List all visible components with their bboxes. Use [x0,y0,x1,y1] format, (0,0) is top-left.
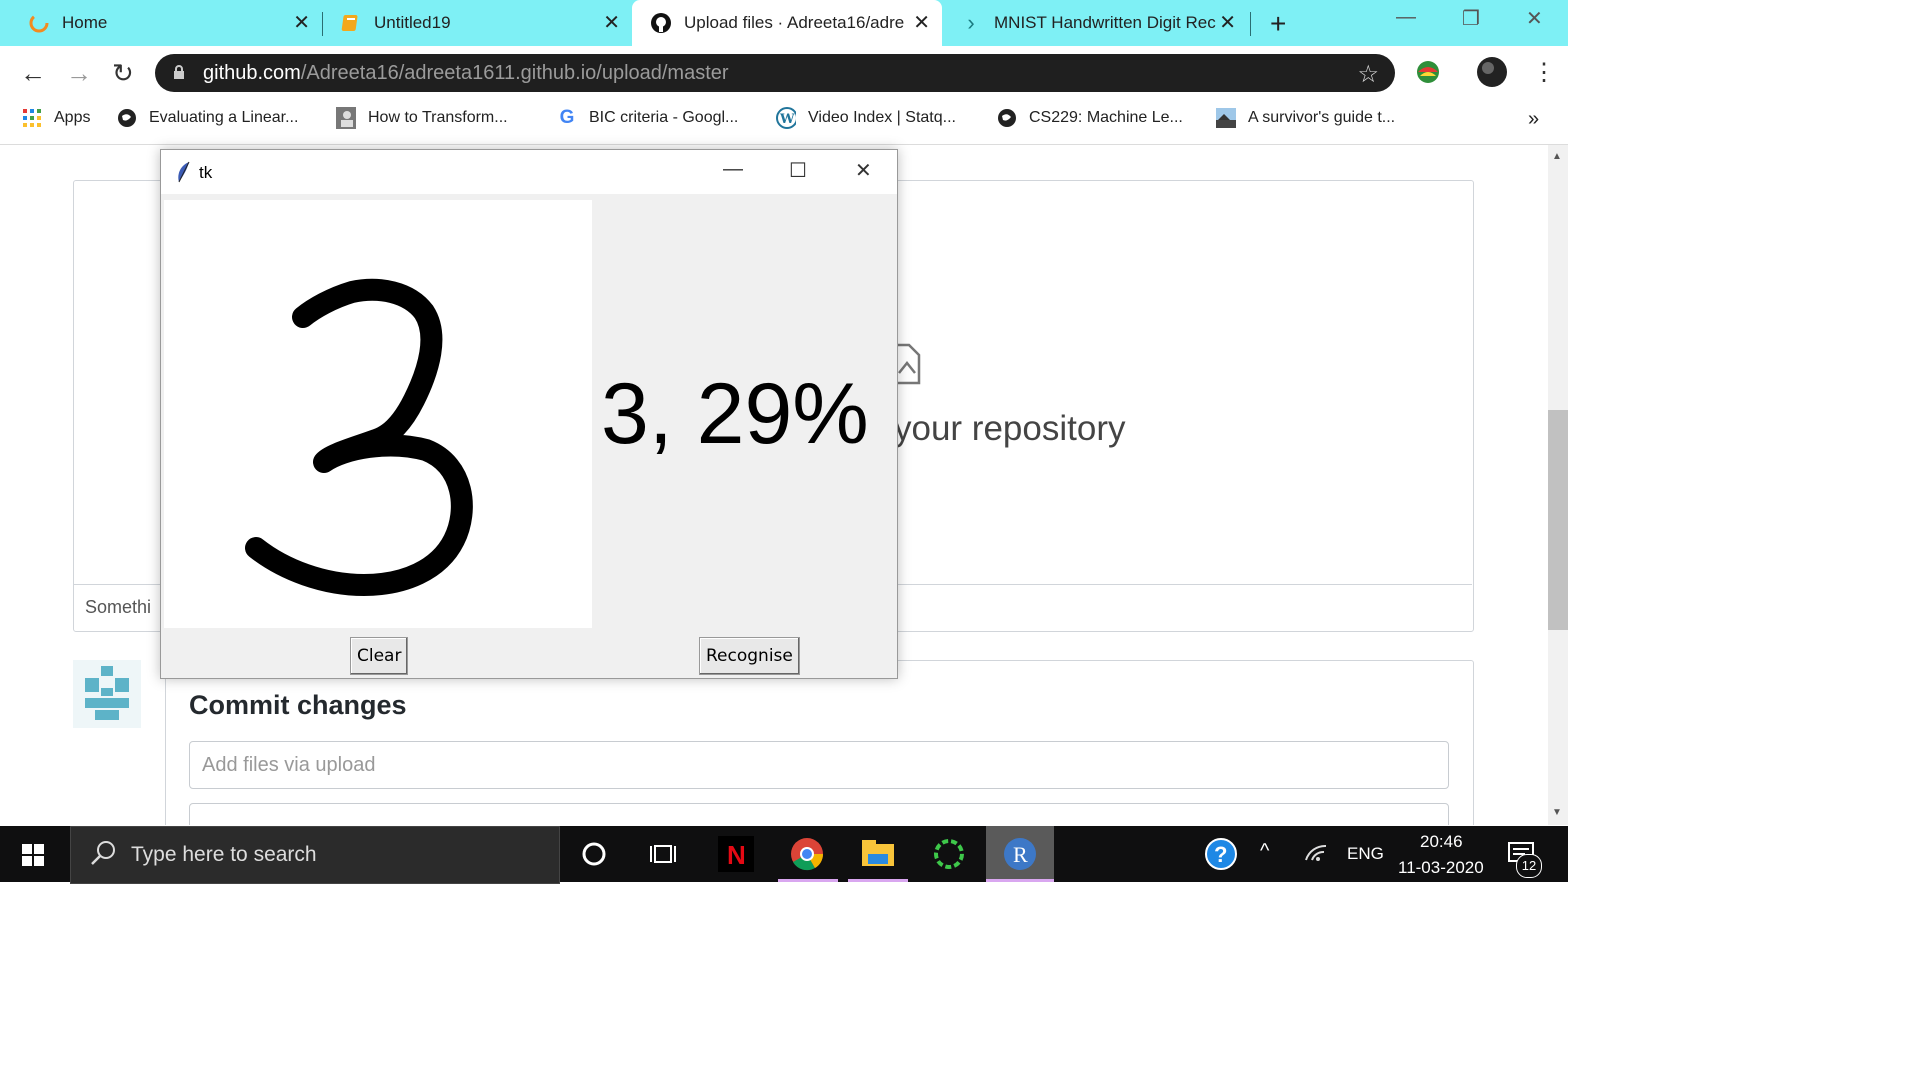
maximize-icon[interactable]: ☐ [789,158,807,183]
tab-upload-files[interactable]: Upload files · Adreeta16/adre ✕ [632,0,942,46]
netflix-icon[interactable]: N [716,834,756,874]
handwritten-digit-drawing [245,278,473,596]
help-icon[interactable]: ? [1205,838,1237,894]
search-placeholder: Type here to search [131,843,317,866]
tab-title: Home [62,13,108,32]
feather-icon [178,161,190,183]
bookmark-survivors-guide[interactable]: A survivor's guide t... [1216,108,1395,128]
commit-summary-input[interactable]: Add files via upload [189,741,1449,789]
loading-ring-icon [28,12,50,34]
wordpress-icon: W [776,107,796,129]
bookmark-video-index[interactable]: W Video Index | Statq... [776,107,956,129]
chevron-up-icon[interactable]: ^ [1260,840,1269,896]
forward-icon[interactable]: → [66,58,92,89]
close-icon[interactable]: ✕ [293,13,310,33]
taskbar: Type here to search N R ? ^ ENG 20:46 11… [0,826,1568,884]
tab-title: MNIST Handwritten Digit Rec [994,13,1216,32]
commit-description-input[interactable] [189,803,1449,825]
bookmark-star-icon[interactable]: ☆ [1357,60,1379,89]
app-active-indicator [848,879,908,882]
bookmark-apps[interactable]: Apps [22,108,90,128]
app-active-indicator [778,879,838,882]
google-icon: G [559,107,575,128]
apps-grid-icon [22,108,42,128]
navigation-bar: ← → ↻ github.com/Adreeta16/adreeta1611.g… [0,46,1568,100]
bookmark-transform[interactable]: How to Transform... [336,107,508,129]
tk-title-bar: tk — ☐ ✕ [161,150,897,194]
drop-zone-text: your repository [894,409,1126,448]
tab-strip: Home ✕ Untitled19 ✕ Upload files · Adree… [0,0,1568,46]
lock-icon [174,65,184,79]
search-icon [91,841,115,865]
r-app-icon[interactable]: R [986,826,1054,882]
bookmark-bic-criteria[interactable]: G BIC criteria - Googl... [557,107,739,128]
bookmarks-bar: Apps Evaluating a Linear... How to Trans… [0,100,1568,145]
prediction-result: 3, 29% [601,366,869,462]
notification-count-badge: 12 [1516,854,1542,878]
close-icon[interactable]: ✕ [913,13,930,33]
svg-text:R: R [1013,842,1028,867]
scroll-down-icon[interactable]: ▼ [1552,807,1562,818]
wifi-icon[interactable] [1304,842,1328,898]
globe-icon [117,108,137,128]
tab-mnist[interactable]: › MNIST Handwritten Digit Rec ✕ [942,0,1248,46]
page-scrollbar[interactable]: ▲ ▼ [1548,145,1568,825]
commit-summary-placeholder: Add files via upload [202,754,376,776]
close-icon[interactable]: ✕ [855,158,872,183]
url-text: github.com/Adreeta16/adreeta1611.github.… [203,62,729,84]
close-icon[interactable]: ✕ [603,13,620,33]
language-indicator[interactable]: ENG [1347,844,1384,900]
svg-text:?: ? [1214,842,1227,867]
recognise-button[interactable]: Recognise [699,637,800,675]
back-icon[interactable]: ← [20,58,46,89]
chevron-right-icon: › [967,10,975,35]
bookmarks-overflow-button[interactable]: » [1528,108,1539,131]
scroll-thumb[interactable] [1548,410,1568,630]
address-bar[interactable]: github.com/Adreeta16/adreeta1611.github.… [155,54,1395,92]
drop-footer-text: Somethi [85,597,152,617]
minimize-icon[interactable]: — [1396,6,1416,29]
tab-untitled19[interactable]: Untitled19 ✕ [312,0,632,46]
tk-window-title: tk [199,163,213,182]
tab-title: Untitled19 [374,13,451,32]
minimize-icon[interactable]: — [723,158,743,181]
new-tab-button[interactable]: + [1270,8,1286,40]
scroll-up-icon[interactable]: ▲ [1552,151,1562,162]
close-window-icon[interactable]: ✕ [1526,6,1543,31]
cortana-icon[interactable] [574,834,614,874]
tab-title: Upload files · Adreeta16/adre [684,13,905,32]
restore-icon[interactable]: ❐ [1462,6,1480,31]
site-thumbnail-icon [336,107,356,129]
tab-home[interactable]: Home ✕ [0,0,322,46]
extension-icon[interactable] [1414,58,1442,91]
bookmark-evaluating[interactable]: Evaluating a Linear... [117,108,298,128]
notebook-icon [340,12,362,34]
avatar[interactable] [73,660,141,728]
app-active-indicator [986,879,1054,882]
close-icon[interactable]: ✕ [1219,13,1236,33]
taskbar-search-box[interactable]: Type here to search [70,826,560,884]
site-thumbnail-icon [1216,108,1236,128]
file-explorer-icon[interactable] [858,834,898,874]
drawing-canvas[interactable] [164,200,592,628]
menu-icon[interactable]: ⋮ [1532,58,1556,87]
globe-icon [997,108,1017,128]
windows-start-icon[interactable] [22,844,44,866]
clock-date[interactable]: 11-03-2020 [1398,858,1484,914]
svg-text:N: N [727,840,746,870]
tk-window: tk — ☐ ✕ 3, 29% Clear Recognise [160,149,898,679]
tab-divider [1250,12,1251,36]
profile-avatar[interactable] [1476,56,1508,93]
app-ring-icon[interactable] [929,834,969,874]
chrome-icon[interactable] [787,834,827,874]
github-icon [650,12,672,34]
reload-icon[interactable]: ↻ [112,58,134,89]
svg-text:W: W [779,112,795,127]
task-view-icon[interactable] [643,834,683,874]
bookmark-cs229[interactable]: CS229: Machine Le... [997,108,1183,128]
commit-title: Commit changes [189,690,407,720]
clear-button[interactable]: Clear [350,637,409,675]
